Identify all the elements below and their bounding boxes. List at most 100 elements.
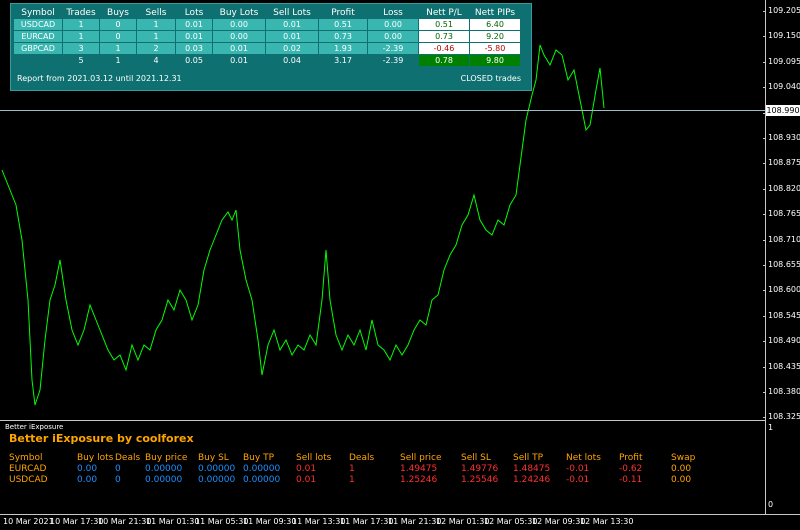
time-tick-label: 11 Mar 13:30 <box>292 517 346 526</box>
price-tick-label: 108.600 <box>768 285 800 295</box>
cell: 1 <box>62 30 100 43</box>
indicator-cell: -0.62 <box>619 464 643 474</box>
time-tick-label: 11 Mar 01:30 <box>146 517 200 526</box>
cell: 0.00 <box>212 18 266 31</box>
cell: 0.78 <box>418 54 470 67</box>
indicator-cell: 0.00000 <box>145 475 183 485</box>
cell: 3 <box>62 42 100 55</box>
cell: 0 <box>99 30 137 43</box>
price-tick-mark <box>763 214 766 216</box>
indicator-col-header: Deals <box>115 453 141 463</box>
cell: 1 <box>136 30 176 43</box>
cell: 0.01 <box>175 30 213 43</box>
cell: 0.51 <box>418 18 470 31</box>
time-tick-label: 12 Mar 13:30 <box>580 517 634 526</box>
indicator-cell: 0.01 <box>296 475 317 485</box>
indicator-cell: 1 <box>349 464 355 474</box>
price-tick-label: 108.380 <box>768 387 800 396</box>
indicator-col-header: Sell lots <box>296 453 332 463</box>
time-tick-label: 11 Mar 05:30 <box>195 517 249 526</box>
price-tick-mark <box>763 392 766 393</box>
price-tick-label: 109.040 <box>768 82 800 92</box>
cell: 0.00 <box>367 18 419 31</box>
cell: 1.93 <box>318 42 368 55</box>
indicator-cell: 0.00000 <box>198 475 236 485</box>
cell: EURCAD <box>13 30 63 43</box>
price-tick-mark <box>763 188 766 190</box>
indicator-cell: 1.24246 <box>513 475 551 485</box>
time-tick-label: 11 Mar 09:30 <box>243 517 297 526</box>
indicator-cell: 1.25246 <box>400 475 438 485</box>
col-buys: Buys <box>99 6 137 19</box>
indicator-col-header: Net lots <box>566 453 601 463</box>
cell: 4 <box>136 54 176 67</box>
time-tick-label: 12 Mar 05:30 <box>484 517 538 526</box>
indicator-cell: 0.00000 <box>145 464 183 474</box>
indicator-scale-min: 0 <box>768 500 774 509</box>
col-lots: Lots <box>175 6 213 19</box>
price-tick-mark <box>763 315 766 317</box>
indicator-cell: 1 <box>349 475 355 485</box>
price-tick-label: 109.095 <box>768 56 800 66</box>
indicator-cell: 0 <box>115 475 121 485</box>
price-tick-mark <box>763 265 766 266</box>
cell: -5.80 <box>469 42 521 55</box>
price-tick-label: 108.435 <box>768 361 800 371</box>
indicator-cell: -0.01 <box>566 464 590 474</box>
indicator-cell: 0 <box>115 464 121 474</box>
indicator-cell: 0.01 <box>296 464 317 474</box>
price-tick-mark <box>763 366 766 368</box>
indicator-cell: 0.00 <box>77 464 98 474</box>
indicator-col-header: Deals <box>349 453 375 463</box>
price-tick-label: 108.545 <box>768 310 800 320</box>
price-tick-mark <box>763 61 766 63</box>
cell: 0.51 <box>318 18 368 31</box>
col-trades: Trades <box>62 6 100 19</box>
cell: -2.39 <box>367 54 419 67</box>
cell: 0.03 <box>175 42 213 55</box>
indicator-col-header: Profit <box>619 453 643 463</box>
indicator-cell: 1.25546 <box>461 475 499 485</box>
indicator-cell: 1.48475 <box>513 464 551 474</box>
price-tick-label: 108.875 <box>768 158 800 168</box>
cell: 0.00 <box>367 30 419 43</box>
time-axis[interactable]: 10 Mar 2021 10 Mar 17:30 10 Mar 21:30 11 Ma… <box>0 514 800 530</box>
cell: 1 <box>99 54 137 67</box>
cell: 0.73 <box>418 30 470 43</box>
cell: USDCAD <box>13 18 63 31</box>
cell <box>13 54 63 67</box>
table-row: USDCAD 1 0 1 0.01 0.00 0.01 0.51 0.00 0.… <box>13 18 521 31</box>
indicator-cell: -0.11 <box>619 475 643 485</box>
price-axis[interactable]: 109.205109.150109.095109.040108.985108.9… <box>763 0 800 514</box>
cell: GBPCAD <box>13 42 63 55</box>
cell: 3.17 <box>318 54 368 67</box>
indicator-col-header: Sell TP <box>513 453 544 463</box>
cell: 1 <box>99 42 137 55</box>
indicator-cell: EURCAD <box>9 464 47 474</box>
cell: 0.01 <box>265 30 319 43</box>
cell: -2.39 <box>367 42 419 55</box>
cell: 0.01 <box>265 18 319 31</box>
trade-report-table: Symbol Trades Buys Sells Lots Buy Lots S… <box>13 6 521 67</box>
col-buy-lots: Buy Lots <box>212 6 266 19</box>
table-row: EURCAD 1 0 1 0.01 0.00 0.01 0.73 0.00 0.… <box>13 30 521 43</box>
cell: 0.73 <box>318 30 368 43</box>
time-tick-label: 11 Mar 17:30 <box>340 517 394 526</box>
indicator-subwindow[interactable]: Better iExposure Better iExposure by coo… <box>0 421 765 514</box>
col-profit: Profit <box>318 6 368 19</box>
indicator-scale-max: 1 <box>768 423 774 432</box>
indicator-cell: 0.00 <box>671 464 692 474</box>
cell: 1 <box>62 18 100 31</box>
indicator-col-header: Buy lots <box>77 453 114 463</box>
indicator-cell: 0.00000 <box>198 464 236 474</box>
indicator-col-header: Symbol <box>9 453 43 463</box>
cell: 0.01 <box>212 54 266 67</box>
indicator-cell: 1.49475 <box>400 464 438 474</box>
cell: 0.00 <box>212 30 266 43</box>
indicator-col-header: Sell SL <box>461 453 491 463</box>
time-tick-label: 10 Mar 2021 <box>3 517 54 526</box>
col-nett-pl: Nett P/L <box>418 6 470 19</box>
price-tick-mark <box>763 239 766 241</box>
price-chart[interactable]: Symbol Trades Buys Sells Lots Buy Lots S… <box>0 0 765 420</box>
price-tick-label: 108.765 <box>768 209 800 219</box>
